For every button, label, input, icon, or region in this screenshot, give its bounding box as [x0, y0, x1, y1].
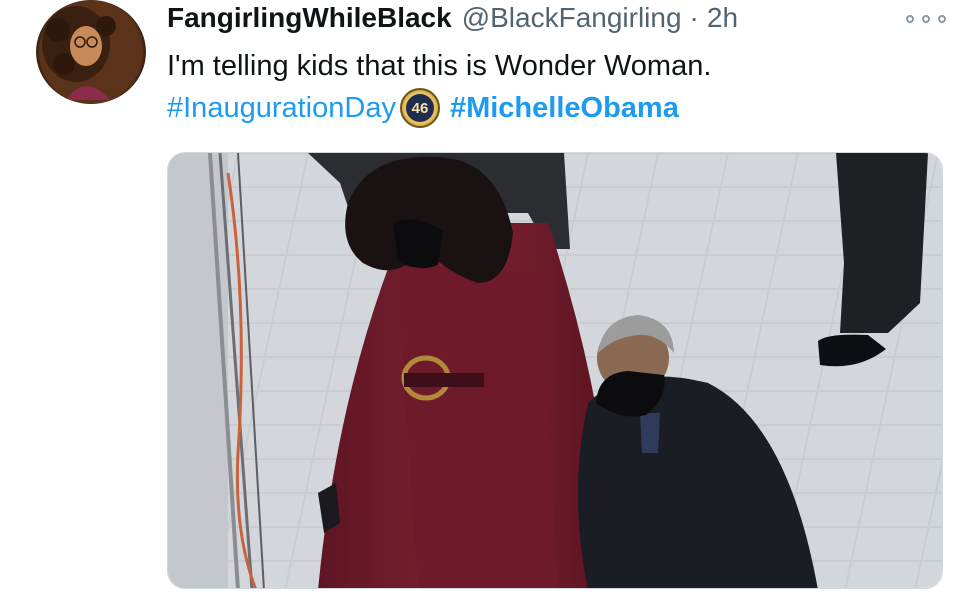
user-handle[interactable]: @BlackFangirling: [462, 2, 682, 34]
hashflag-number: 46: [405, 94, 434, 122]
user-avatar[interactable]: [36, 0, 146, 104]
hashtag-inauguration-day[interactable]: #InaugurationDay: [167, 92, 396, 125]
photo-illustration: [168, 153, 942, 588]
tweet-text: I'm telling kids that this is Wonder Wom…: [167, 50, 712, 82]
hashtag-row: #InaugurationDay 46 #MichelleObama: [167, 88, 679, 128]
inauguration-hashflag-icon: 46: [399, 88, 440, 128]
timestamp[interactable]: 2h: [707, 2, 738, 34]
tweet-photo[interactable]: [167, 152, 943, 589]
tweet-card[interactable]: FangirlingWhileBlack @BlackFangirling · …: [0, 0, 980, 611]
display-name[interactable]: FangirlingWhileBlack: [167, 2, 452, 34]
separator-dot: ·: [689, 2, 699, 33]
hashtag-michelle-obama[interactable]: #MichelleObama: [450, 92, 679, 125]
more-options-icon[interactable]: [906, 11, 946, 27]
avatar-illustration: [39, 0, 143, 104]
tweet-header: FangirlingWhileBlack @BlackFangirling · …: [167, 2, 738, 38]
